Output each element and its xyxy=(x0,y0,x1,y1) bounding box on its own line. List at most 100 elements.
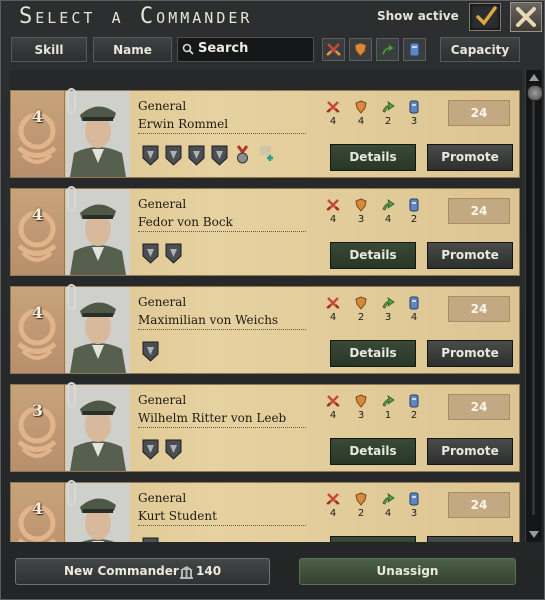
scroll-thumb[interactable] xyxy=(527,85,543,101)
commander-card[interactable]: 4 General Fedor von Bock 4 3 4 2 24 Details Promo… xyxy=(10,186,520,276)
defense-value: 2 xyxy=(357,508,365,519)
skirmisher-trait-icon[interactable] xyxy=(165,145,182,166)
commander-rank: General xyxy=(138,295,187,309)
logistics-icon xyxy=(409,198,419,212)
promote-button[interactable]: Promote xyxy=(427,242,513,269)
commander-rank: General xyxy=(138,393,187,407)
window-title: Select a Commander xyxy=(19,4,253,29)
logistics-value: 3 xyxy=(410,508,418,519)
name-divider xyxy=(138,231,306,232)
list-scrollbar[interactable] xyxy=(525,70,543,542)
details-button[interactable]: Details xyxy=(330,242,416,269)
search-input[interactable]: Search xyxy=(177,37,314,62)
defense-icon xyxy=(354,42,367,57)
commander-card[interactable]: 3 General Wilhelm Ritter von Leeb 4 3 1 2 24 Det… xyxy=(10,382,520,472)
defensive-doctrine-trait-icon[interactable] xyxy=(142,439,159,460)
attack-icon xyxy=(326,199,340,211)
checkmark-icon xyxy=(476,6,497,26)
commander-card[interactable]: 4 General Maximilian von Weichs 4 2 3 4 24 Detai… xyxy=(10,284,520,374)
planning-value: 4 xyxy=(384,508,392,519)
commander-rank: General xyxy=(138,491,187,505)
commander-select-window: Select a Commander Show active Skill Nam… xyxy=(0,0,545,600)
planning-value: 3 xyxy=(384,312,392,323)
attack-icon xyxy=(326,297,340,309)
unassign-button[interactable]: Unassign xyxy=(299,558,516,585)
skill-level: 4 xyxy=(31,107,44,126)
search-icon xyxy=(182,43,194,55)
skill-badge: 4 xyxy=(11,91,65,177)
attack-icon xyxy=(326,493,340,505)
details-button[interactable]: Details xyxy=(330,536,416,542)
planning-value: 1 xyxy=(384,410,392,421)
planning-icon xyxy=(382,101,395,113)
commander-name: Kurt Student xyxy=(138,509,217,523)
scroll-up-icon[interactable] xyxy=(528,72,540,82)
sort-planning-button[interactable] xyxy=(376,38,399,61)
panzer-leader-trait-icon[interactable] xyxy=(142,145,159,166)
close-button[interactable] xyxy=(510,2,542,32)
sort-name-button[interactable]: Name xyxy=(93,37,172,62)
commander-name: Erwin Rommel xyxy=(138,117,229,131)
details-button[interactable]: Details xyxy=(330,144,416,171)
paperclip-icon xyxy=(67,382,76,408)
skill-level: 3 xyxy=(31,401,44,420)
planning-value: 2 xyxy=(384,116,392,127)
promote-button[interactable]: Promote xyxy=(427,144,513,171)
promote-button[interactable]: Promote xyxy=(427,438,513,465)
commander-rank: General xyxy=(138,99,187,113)
attack-value: 4 xyxy=(329,410,337,421)
logistics-icon xyxy=(409,296,419,310)
promote-button[interactable]: Promote xyxy=(427,340,513,367)
commander-list: 4 General Erwin Rommel 4 4 2 3 24 Details Promote… xyxy=(10,70,522,542)
defense-icon xyxy=(355,296,367,310)
details-button[interactable]: Details xyxy=(330,340,416,367)
commander-name: Fedor von Bock xyxy=(138,215,233,229)
logistics-wizard-trait-icon[interactable] xyxy=(142,341,159,362)
sort-skill-button[interactable]: Skill xyxy=(11,37,87,62)
scroll-track xyxy=(532,100,535,515)
new-commander-button[interactable]: New Commander 140 xyxy=(15,558,270,585)
defense-icon xyxy=(355,100,367,114)
defense-icon xyxy=(355,492,367,506)
planning-icon xyxy=(382,395,395,407)
commander-rank: General xyxy=(138,197,187,211)
infantry-officer-trait-icon[interactable] xyxy=(142,243,159,264)
political-power-icon xyxy=(180,566,193,579)
defense-icon xyxy=(355,394,367,408)
name-divider xyxy=(138,525,306,526)
commander-card[interactable]: 4GeneralKurt Student424324DetailsPromote xyxy=(10,480,520,542)
logistics-value: 2 xyxy=(410,214,418,225)
close-icon xyxy=(516,7,536,27)
armor-officer-trait-icon[interactable] xyxy=(211,145,228,166)
paratrooper-trait-icon[interactable] xyxy=(142,537,159,542)
show-active-label: Show active xyxy=(377,9,459,23)
commander-card[interactable]: 4 General Erwin Rommel 4 4 2 3 24 Details Promote xyxy=(10,88,520,178)
capacity-value: 24 xyxy=(448,492,510,518)
skill-badge: 4 xyxy=(11,287,65,373)
sort-attack-button[interactable] xyxy=(322,38,345,61)
add-trait-icon[interactable] xyxy=(257,145,274,166)
details-button[interactable]: Details xyxy=(330,438,416,465)
capacity-value: 24 xyxy=(448,394,510,420)
sort-capacity-button[interactable]: Capacity xyxy=(440,37,520,62)
medal-trait-icon[interactable] xyxy=(234,145,251,166)
sort-logistics-button[interactable] xyxy=(403,38,426,61)
desert-fox-trait-icon[interactable] xyxy=(188,145,205,166)
attack-value: 4 xyxy=(329,508,337,519)
new-commander-label: New Commander xyxy=(64,564,179,578)
fortress-buster-trait-icon[interactable] xyxy=(165,439,182,460)
planning-icon xyxy=(382,493,395,505)
sort-defense-button[interactable] xyxy=(349,38,372,61)
skill-level: 4 xyxy=(31,303,44,322)
paperclip-icon xyxy=(67,186,76,212)
offensive-doctrine-trait-icon[interactable] xyxy=(165,243,182,264)
promote-button[interactable]: Promote xyxy=(427,536,513,542)
search-placeholder: Search xyxy=(198,41,249,56)
scroll-down-icon[interactable] xyxy=(528,530,540,540)
logistics-icon xyxy=(409,100,419,114)
paperclip-icon xyxy=(67,88,76,114)
skill-level: 4 xyxy=(31,499,44,518)
planning-icon xyxy=(382,199,395,211)
name-divider xyxy=(138,329,306,330)
defense-icon xyxy=(355,198,367,212)
